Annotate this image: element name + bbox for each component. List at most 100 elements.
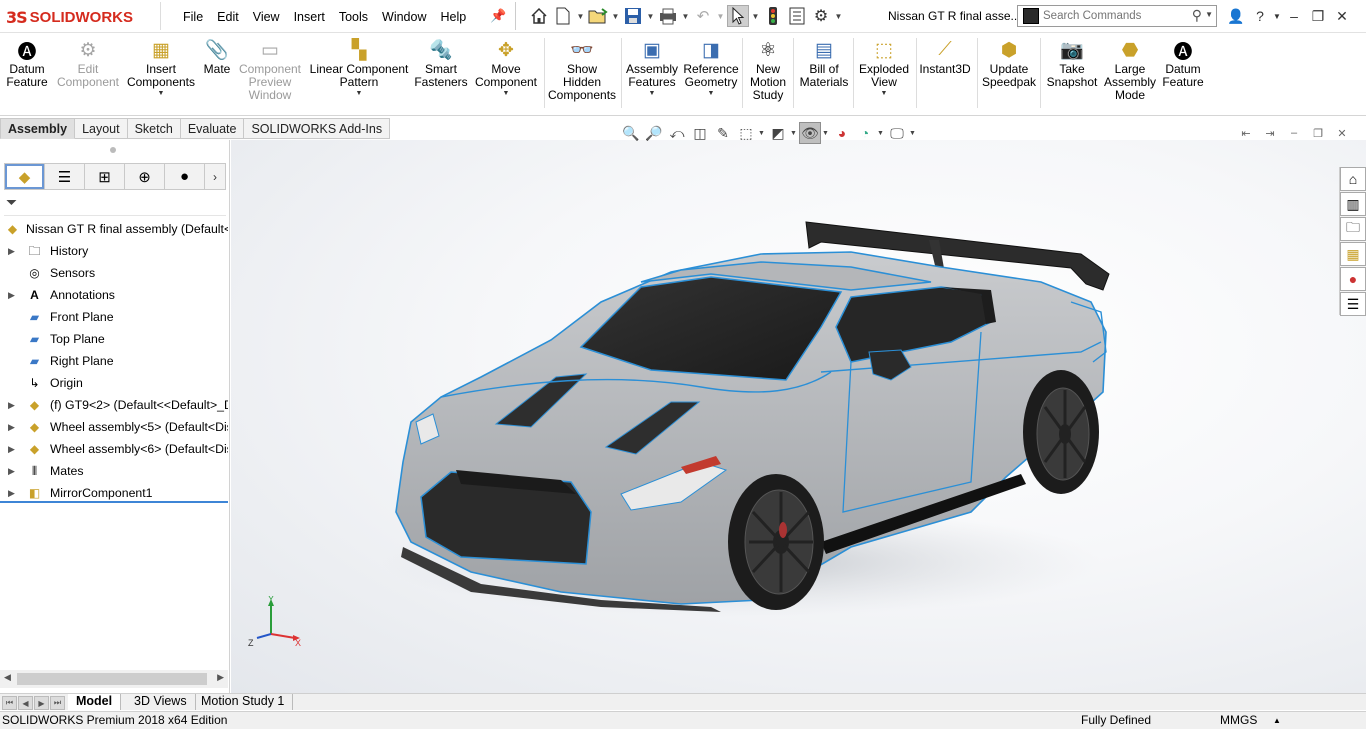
tab-3d-views[interactable]: 3D Views [126,694,196,710]
search-input[interactable] [1018,7,1178,25]
dynamic-annotation-icon[interactable]: ✎ [712,122,734,144]
menu-file[interactable]: File [176,8,210,26]
undo-icon[interactable]: ↶ [692,5,714,27]
tab-sketch[interactable]: Sketch [127,118,181,139]
apply-scene-icon[interactable]: ◔ [854,122,876,144]
tab-motion-study-1[interactable]: Motion Study 1 [193,694,294,710]
new-motion-study-button[interactable]: ⚛ New Motion Study [746,37,790,102]
smart-fasteners-button[interactable]: 🔩 Smart Fasteners [414,37,468,89]
search-commands[interactable]: ⚲ ▼ [1017,5,1217,27]
tab-layout[interactable]: Layout [75,118,128,139]
menu-view[interactable]: View [246,8,287,26]
component-preview-window-button[interactable]: ▭ Component Preview Window [238,37,302,102]
expand-icon[interactable]: ▶ [8,438,16,460]
tab-assembly[interactable]: Assembly [0,118,76,139]
horizontal-scrollbar[interactable]: ◀ ▶ [0,670,228,688]
move-component-dropdown-icon[interactable]: ▼ [503,90,510,97]
section-view-icon[interactable]: ◫ [689,122,711,144]
unit-system-selector[interactable]: MMGS [1220,712,1257,729]
expand-icon[interactable]: ▶ [8,460,16,482]
reference-triad[interactable]: Y X Z [245,596,305,648]
search-icon[interactable]: ⚲ [1192,7,1202,24]
edit-appearance-icon[interactable]: ◕ [831,122,853,144]
previous-view-icon[interactable]: ⤺ [666,122,688,144]
tab-evaluate[interactable]: Evaluate [180,118,245,139]
tree-item-gt9[interactable]: ▶◆(f) GT9<2> (Default<<Default>_Disp [0,394,228,416]
edit-component-button[interactable]: ⚙ Edit Component [56,37,120,89]
filter-icon[interactable]: ⏷ [6,194,30,214]
bill-of-materials-button[interactable]: ▤ Bill of Materials [798,37,850,89]
appearances-icon[interactable]: ● [1340,267,1366,291]
unit-system-arrow-icon[interactable]: ▲ [1273,712,1281,729]
scroll-left-icon[interactable]: ◀ [4,672,11,683]
pin-menu-icon[interactable]: 📌 [490,8,506,24]
print-dropdown-icon[interactable]: ▼ [681,5,690,27]
insert-components-button[interactable]: ▦ Insert Components ▼ [126,37,196,98]
rebuild-icon[interactable] [762,5,784,27]
menu-insert[interactable]: Insert [287,8,332,26]
update-speedpak-button[interactable]: ⬢ Update Speedpak [982,37,1036,89]
design-library-icon[interactable]: ▥ [1340,192,1366,216]
next-tab-icon[interactable]: ▶ [34,696,49,710]
hide-show-dropdown-icon[interactable]: ▼ [822,130,830,137]
hide-show-items-icon[interactable]: 👁 [799,122,821,144]
assembly-features-dropdown-icon[interactable]: ▼ [649,90,656,97]
instant3d-button[interactable]: ⟋ Instant3D [918,37,972,76]
take-snapshot-button[interactable]: 📷 Take Snapshot [1044,37,1100,89]
new-dropdown-icon[interactable]: ▼ [576,5,585,27]
apply-scene-dropdown-icon[interactable]: ▼ [877,130,885,137]
save-dropdown-icon[interactable]: ▼ [646,5,655,27]
tree-item-right-plane[interactable]: ▰ Right Plane [0,350,228,372]
tree-item-history[interactable]: ▶ 🗀 History [0,240,228,262]
large-assembly-mode-button[interactable]: ⬣ Large Assembly Mode [1104,37,1156,102]
tree-item-mates[interactable]: ▶ ⫴ Mates [0,460,228,482]
open-dropdown-icon[interactable]: ▼ [611,5,620,27]
tree-item-sensors[interactable]: ◎ Sensors [0,262,228,284]
menu-help[interactable]: Help [434,8,474,26]
view-settings-icon[interactable]: 🖵 [886,122,908,144]
open-icon[interactable] [587,5,609,27]
dimxpert-tab-icon[interactable]: ⊕ [125,164,165,189]
expand-icon[interactable]: ▶ [8,284,16,306]
view-orientation-icon[interactable]: ⬚ [735,122,757,144]
save-icon[interactable] [622,5,644,27]
expand-icon[interactable]: ▶ [8,240,16,262]
property-manager-tab-icon[interactable]: ☰ [45,164,85,189]
tree-item-origin[interactable]: ↳ Origin [0,372,228,394]
show-hidden-components-button[interactable]: 👓 Show Hidden Components [548,37,616,102]
new-document-icon[interactable] [552,5,574,27]
collapse-panel-icon[interactable]: ⇤ [1235,124,1257,142]
zoom-to-area-icon[interactable]: 🔎 [643,122,665,144]
view-orientation-dropdown-icon[interactable]: ▼ [758,130,766,137]
panel-grip[interactable] [110,147,116,153]
exploded-view-button[interactable]: ⬚ Exploded View ▼ [856,37,912,98]
expand-icon[interactable]: ▶ [8,416,16,438]
tab-model[interactable]: Model [68,694,122,710]
rollback-bar[interactable] [0,501,228,503]
graphics-area[interactable]: Y X Z [231,140,1366,693]
tree-item-wheel-assembly-5[interactable]: ▶◆Wheel assembly<5> (Default<Display [0,416,228,438]
minimize-icon[interactable]: – [1282,4,1306,28]
datum-feature-button-2[interactable]: 🅐 Datum Feature [1160,37,1206,89]
help-dropdown-icon[interactable]: ▼ [1272,4,1282,28]
menu-tools[interactable]: Tools [332,8,375,26]
exploded-view-dropdown-icon[interactable]: ▼ [881,90,888,97]
reference-geometry-dropdown-icon[interactable]: ▼ [708,90,715,97]
first-tab-icon[interactable]: ⏮ [2,696,17,710]
expand-icon[interactable]: ▶ [8,394,16,416]
doc-restore-icon[interactable]: ❐ [1307,124,1329,142]
tab-solidworks-add-ins[interactable]: SOLIDWORKS Add-Ins [244,118,391,139]
select-icon[interactable] [727,5,749,27]
options-dropdown-icon[interactable]: ▼ [834,5,843,27]
restore-icon[interactable]: ❐ [1306,4,1330,28]
view-palette-icon[interactable]: ▦ [1340,242,1366,266]
home-icon[interactable] [528,5,550,27]
car-model[interactable] [381,212,1121,617]
custom-properties-icon[interactable]: ☰ [1340,292,1366,316]
select-dropdown-icon[interactable]: ▼ [751,5,760,27]
close-icon[interactable]: ✕ [1330,4,1354,28]
assembly-features-button[interactable]: ▣ Assembly Features ▼ [624,37,680,98]
scrollbar-thumb[interactable] [17,673,207,685]
prev-tab-icon[interactable]: ◀ [18,696,33,710]
tree-item-front-plane[interactable]: ▰ Front Plane [0,306,228,328]
